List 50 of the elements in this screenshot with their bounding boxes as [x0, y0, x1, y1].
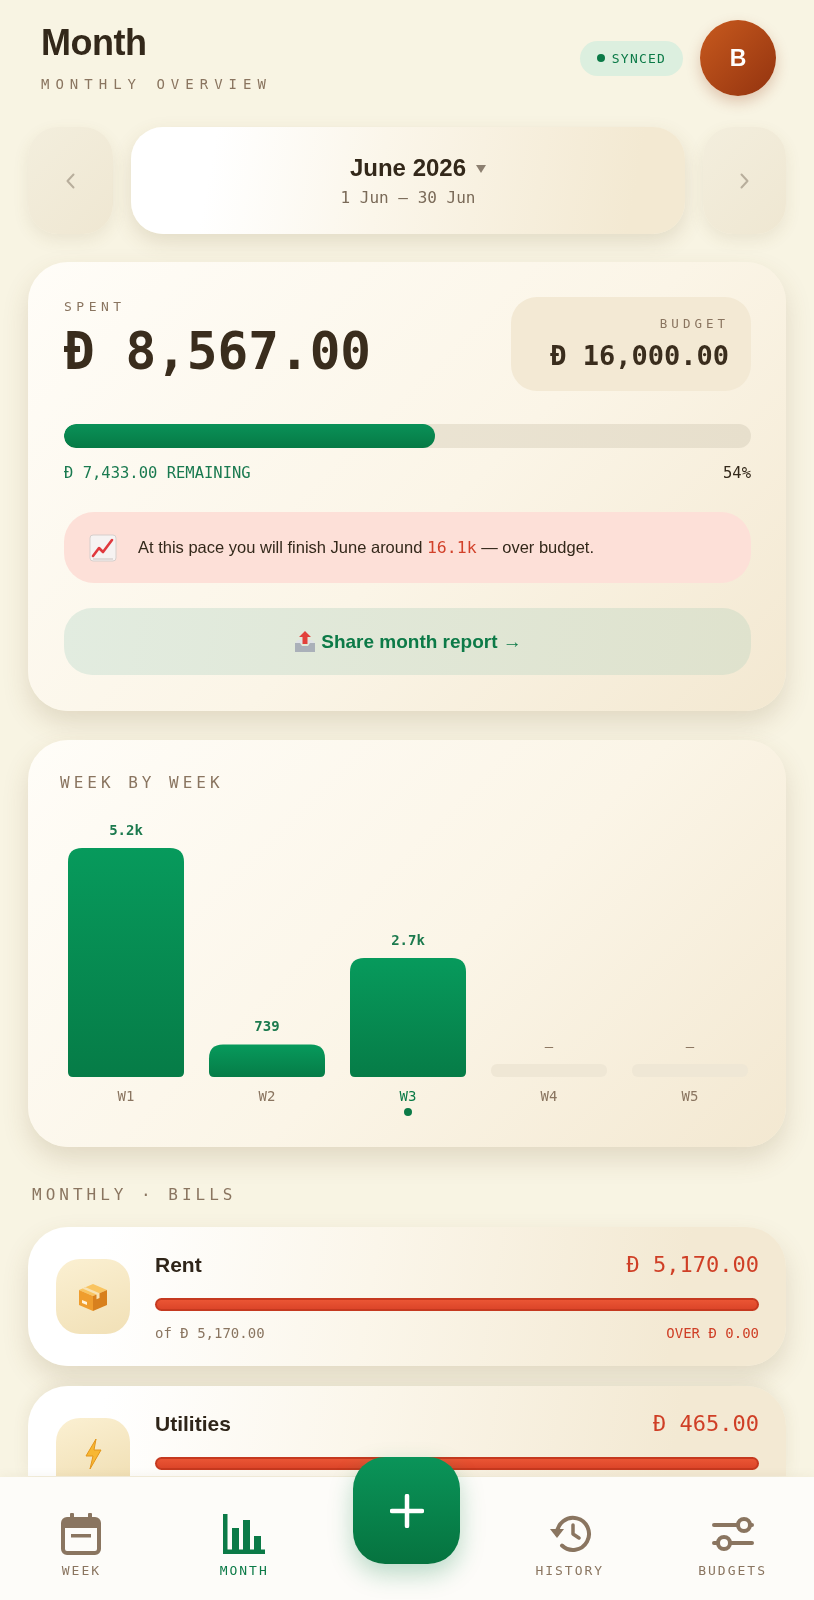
chevron-left-icon — [66, 172, 75, 189]
percent-spent: 54% — [723, 463, 751, 483]
nav-tab[interactable]: HISTORY — [488, 1477, 652, 1600]
lightning-icon — [56, 1418, 130, 1476]
plus-icon — [390, 1493, 424, 1528]
status-dot-icon — [596, 54, 605, 62]
bill-card[interactable]: Utilities Đ 465.00 — [28, 1386, 786, 1476]
caret-down-icon — [476, 164, 487, 173]
chevron-right-icon — [740, 172, 749, 189]
sync-status-text: SYNCED — [611, 50, 666, 66]
chart-title: WEEK BY WEEK — [60, 773, 225, 793]
bill-name: Rent — [155, 1252, 202, 1278]
avatar-button[interactable]: B — [700, 20, 776, 96]
share-report-button[interactable]: Share month report → — [64, 608, 751, 675]
package-icon — [56, 1259, 130, 1334]
bill-limit: of Đ 5,170.00 — [155, 1324, 265, 1342]
week-label[interactable]: W3 — [399, 1088, 417, 1104]
outbox-tray-icon — [293, 630, 318, 653]
week-label[interactable]: W4 — [540, 1088, 558, 1104]
nav-tab[interactable]: MONTH — [162, 1477, 326, 1600]
nav-tab[interactable]: WEEK — [0, 1477, 163, 1600]
remaining-amount: Đ 7,433.00 REMAINING — [64, 463, 251, 483]
bar-value-label: – — [685, 1038, 695, 1054]
bar-value-label: 739 — [254, 1018, 280, 1035]
budget-label: BUDGET — [658, 315, 729, 333]
bar-chart-icon — [223, 1513, 266, 1555]
month-picker-button[interactable]: June 2026 1 Jun — 30 Jun — [131, 127, 685, 234]
week-label[interactable]: W2 — [258, 1088, 276, 1104]
bill-name: Utilities — [155, 1411, 231, 1437]
trend-chart-icon — [89, 533, 117, 562]
nav-tab[interactable]: BUDGETS — [651, 1477, 814, 1600]
week-label[interactable]: W5 — [681, 1088, 699, 1104]
bar-value-label: 5.2k — [109, 822, 143, 838]
calendar-icon — [61, 1513, 102, 1555]
spent-amount: Đ 8,567.00 — [64, 323, 372, 381]
bill-amount: Đ 465.00 — [653, 1411, 759, 1437]
current-week-dot-icon — [404, 1108, 412, 1116]
page-title: Month — [41, 23, 148, 63]
bar-value-label: 2.7k — [391, 932, 425, 949]
week-label[interactable]: W1 — [117, 1088, 135, 1104]
bills-section-title: MONTHLY · BILLS — [32, 1185, 238, 1205]
bill-card[interactable]: Rent Đ 5,170.00 of Đ 5,170.00 OVER Đ 0.00 — [28, 1227, 786, 1366]
bar-value-label: – — [544, 1038, 554, 1054]
page-subtitle: MONTHLY OVERVIEW — [41, 75, 272, 94]
spent-label: SPENT — [64, 298, 127, 316]
budget-amount: Đ 16,000.00 — [549, 341, 729, 371]
add-button[interactable] — [353, 1457, 461, 1564]
bill-status: OVER Đ 0.00 — [666, 1324, 759, 1342]
bill-amount: Đ 5,170.00 — [626, 1252, 759, 1278]
forecast-text: At this pace you will finish June around 16.1k — over budget. — [138, 537, 594, 559]
